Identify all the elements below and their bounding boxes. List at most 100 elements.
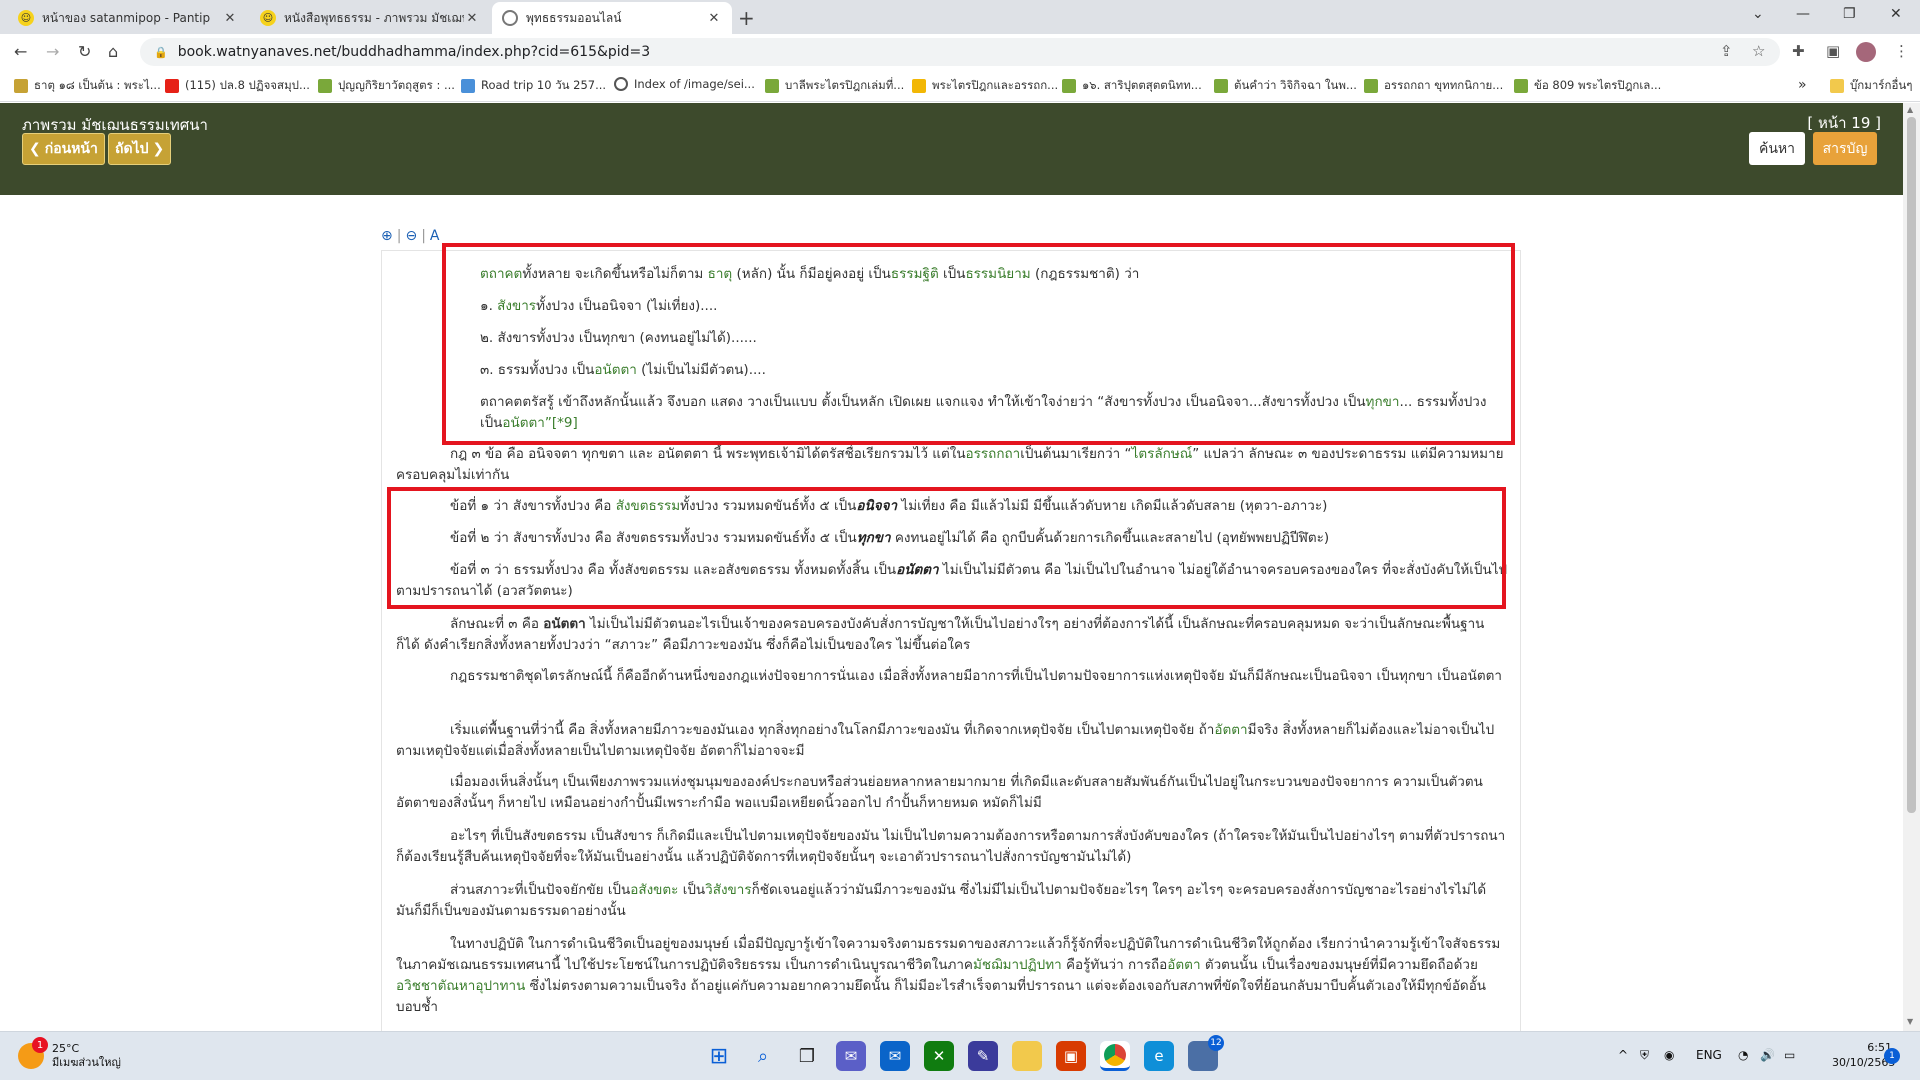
xbox-icon[interactable]: ✕ [924,1041,954,1071]
clock-date: 30/10/2565 [1832,1056,1896,1069]
other-bookmarks-folder[interactable]: บุ๊กมาร์กอื่นๆ [1830,77,1912,95]
restore-icon[interactable]: ❐ [1843,6,1856,22]
next-page-button[interactable]: ถัดไป ❯ [108,133,172,165]
bookmark-item[interactable]: ปุญญกิริยาวัตถุสูตร : ... [318,77,455,95]
battery-icon[interactable]: ▭ [1784,1048,1795,1062]
link-text[interactable]: ไตรลักษณ์ [1132,446,1193,462]
app-with-badge-icon[interactable]: 12 [1188,1035,1224,1071]
bookmark-item[interactable]: บาลีพระไตรปิฎกเล่มที่... [765,77,904,95]
profile-avatar[interactable] [1856,42,1876,62]
volume-icon[interactable]: 🔊 [1760,1048,1775,1062]
scroll-thumb[interactable] [1907,117,1916,813]
browser-toolbar: ← → ↻ ⌂ 🔒 book.watnyanaves.net/buddhadha… [0,34,1920,70]
red-highlight-box [387,487,1506,609]
bookmark-item[interactable]: (115) ปล.8 ปฏิจจสมุป... [165,77,310,95]
link-text[interactable]: อัตตา [1167,957,1200,973]
minimize-icon[interactable]: — [1796,6,1810,22]
bookmark-label: ๑๖. สาริปุตตสุตตนิทท... [1082,78,1202,92]
tab-buddhadhamma-online[interactable]: พุทธธรรมออนไลน์ ✕ [492,2,732,34]
task-view-icon[interactable]: ❐ [792,1041,822,1071]
globe-favicon-icon [502,10,518,26]
reload-icon[interactable]: ↻ [78,42,91,61]
bookmark-item[interactable]: ธาตุ ๑๘ เป็นต้น : พระไ... [14,77,161,95]
tab-pantip[interactable]: ☺ หน้าของ satanmipop - Pantip ✕ [8,2,248,34]
link-text[interactable]: อัตตา [1214,722,1247,738]
security-icon[interactable]: ⛨ [1640,1048,1649,1063]
bookmarks-overflow-button[interactable]: » [1798,77,1807,93]
bookmark-item[interactable]: ต้นคำว่า วิจิกิจฉา ในพ... [1214,77,1357,95]
mail-icon[interactable]: ✉ [880,1041,910,1071]
bookmark-item[interactable]: Index of /image/sei... [614,77,755,91]
windows-taskbar: 1 25°C มีเมฆส่วนใหญ่ [0,1031,1920,1080]
language-indicator[interactable]: ENG [1696,1048,1722,1062]
bookmarks-bar: ธาตุ ๑๘ เป็นต้น : พระไ... (115) ปล.8 ปฏิ… [0,70,1920,102]
scroll-down-icon[interactable]: ▼ [1907,1017,1913,1026]
file-explorer-icon[interactable] [1012,1041,1042,1071]
close-window-icon[interactable]: ✕ [1890,6,1902,22]
link-text[interactable]: อสังขตะ [630,882,678,898]
new-tab-button[interactable]: + [738,6,755,30]
office-icon[interactable]: ▣ [1056,1041,1086,1071]
page-scrollbar[interactable]: ▲ ▼ [1903,103,1920,1031]
zoom-out-icon[interactable]: ⊖ [405,228,417,244]
bookmark-favicon-icon [1062,79,1076,93]
url-text: book.watnyanaves.net/buddhadhamma/index.… [177,44,651,60]
location-icon[interactable]: ◉ [1664,1048,1674,1062]
address-bar[interactable]: 🔒 book.watnyanaves.net/buddhadhamma/inde… [140,38,1780,66]
bookmark-item[interactable]: ข้อ 809 พระไตรปิฎกเล... [1514,77,1661,95]
link-text[interactable]: อวิชชาตัณหาอุปาทาน [396,978,525,994]
lock-icon[interactable]: 🔒 [154,46,168,59]
link-text[interactable]: วิสังขาร [705,882,751,898]
paragraph: เริ่มแต่พื้นฐานที่ว่านี้ คือ สิ่งทั้งหลา… [396,722,1495,759]
edge-icon[interactable]: e [1144,1041,1174,1071]
search-button[interactable]: ค้นหา [1749,132,1805,165]
notification-badge[interactable]: 1 [1884,1048,1900,1064]
extensions-icon[interactable]: ✚ [1792,42,1805,60]
bookmark-favicon-icon [461,79,475,93]
menu-icon[interactable]: ⋮ [1894,42,1909,60]
teams-chat-icon[interactable]: ✉ [836,1041,866,1071]
forward-icon[interactable]: → [46,42,59,61]
next-label: ถัดไป [115,141,149,157]
search-icon[interactable]: ⌕ [748,1041,778,1071]
font-size-icon[interactable]: A [430,228,440,244]
link-text[interactable]: อรรถกถา [966,446,1021,462]
home-icon[interactable]: ⌂ [108,42,118,61]
weather-badge: 1 [32,1037,48,1053]
scroll-up-icon[interactable]: ▲ [1907,105,1913,114]
sidepanel-icon[interactable]: ▣ [1826,42,1840,60]
close-tab-icon[interactable]: ✕ [464,11,480,26]
bookmark-item[interactable]: ๑๖. สาริปุตตสุตตนิทท... [1062,77,1202,95]
browser-tabstrip: ☺ หน้าของ satanmipop - Pantip ✕ ☺ หนังสื… [0,0,1920,34]
tab-title: หน้าของ satanmipop - Pantip [42,10,211,25]
bookmark-item[interactable]: พระไตรปิฎกและอรรถก... [912,77,1058,95]
chevron-right-icon: ❯ [152,141,165,157]
system-clock[interactable]: 6:51 30/10/2565 [1832,1040,1896,1070]
show-hidden-icons-icon[interactable]: ^ [1618,1048,1628,1062]
start-windows-icon[interactable]: ⊞ [704,1041,734,1071]
bookmark-label: อรรถกถา ขุททกนิกาย... [1384,78,1504,92]
bookmark-label: ต้นคำว่า วิจิกิจฉา ในพ... [1234,78,1357,92]
app-badge: 12 [1208,1035,1224,1051]
close-tab-icon[interactable]: ✕ [706,11,722,26]
tab-search-icon[interactable]: ⌄ [1752,6,1764,22]
link-text[interactable]: มัชฌิมาปฏิปทา [973,957,1062,973]
wifi-icon[interactable]: ◔ [1738,1048,1748,1062]
clock-time: 6:51 [1867,1041,1892,1054]
share-icon[interactable]: ⇪ [1720,42,1733,60]
bookmark-item[interactable]: Road trip 10 วัน 257... [461,77,606,95]
bookmark-item[interactable]: อรรถกถา ขุททกนิกาย... [1364,77,1503,95]
youtube-icon [165,79,179,93]
table-of-contents-button[interactable]: สารบัญ [1813,132,1877,165]
editor-app-icon[interactable]: ✎ [968,1041,998,1071]
zoom-in-icon[interactable]: ⊕ [381,228,393,244]
weather-widget[interactable]: 1 25°C มีเมฆส่วนใหญ่ [18,1037,121,1070]
close-tab-icon[interactable]: ✕ [222,11,238,26]
previous-label: ก่อนหน้า [44,141,98,157]
chrome-icon[interactable] [1100,1041,1130,1071]
bookmark-star-icon[interactable]: ☆ [1752,42,1765,60]
back-icon[interactable]: ← [14,42,27,61]
previous-page-button[interactable]: ❮ ก่อนหน้า [22,133,105,165]
paragraph: เมื่อมองเห็นสิ่งนั้นๆ เป็นเพียงภาพรวมแห่… [396,774,1483,811]
tab-buddhadhamma-book[interactable]: ☺ หนังสือพุทธธรรม - ภาพรวม มัชเฌนธรรม ✕ [250,2,490,34]
